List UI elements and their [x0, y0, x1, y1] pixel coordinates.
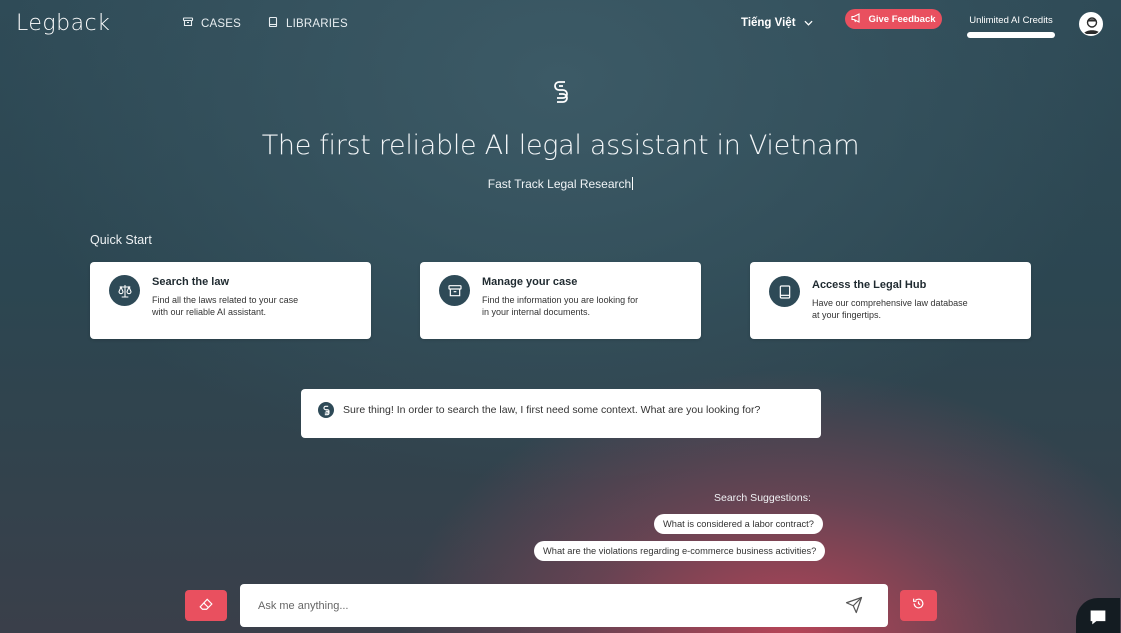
- legback-mark-icon: [551, 79, 571, 105]
- card-desc-line: Have our comprehensive law database: [812, 298, 968, 308]
- scale-icon: [109, 275, 140, 306]
- language-label: Tiếng Việt: [741, 17, 796, 29]
- clear-chat-button[interactable]: [185, 590, 227, 621]
- card-title: Access the Legal Hub: [812, 279, 927, 291]
- assistant-avatar-icon: [318, 402, 334, 418]
- ai-credits: Unlimited AI Credits: [967, 15, 1055, 38]
- suggestion-chip[interactable]: What is considered a labor contract?: [654, 514, 823, 534]
- card-title: Search the law: [152, 276, 230, 288]
- chat-input[interactable]: [258, 596, 818, 616]
- ai-credits-label: Unlimited AI Credits: [969, 15, 1053, 26]
- language-selector[interactable]: Tiếng Việt: [741, 17, 813, 29]
- card-manage-your-case[interactable]: Manage your case Find the information yo…: [420, 262, 701, 339]
- send-button[interactable]: [845, 596, 865, 616]
- search-suggestions-label: Search Suggestions:: [714, 492, 811, 504]
- nav-libraries-label: LIBRARIES: [286, 17, 348, 30]
- history-button[interactable]: [900, 590, 937, 621]
- hero-subtitle-text: Fast Track Legal Research: [487, 177, 632, 191]
- user-icon: [1080, 13, 1102, 35]
- support-chat-button[interactable]: [1076, 598, 1120, 633]
- card-desc-line: in your internal documents.: [482, 307, 591, 317]
- eraser-icon: [199, 597, 213, 615]
- archive-icon: [439, 275, 470, 306]
- history-icon: [912, 597, 925, 615]
- card-description: Have our comprehensive law database at yo…: [812, 297, 1012, 321]
- card-desc-line: Find the information you are looking for: [482, 295, 639, 305]
- megaphone-icon: [851, 12, 863, 26]
- card-desc-line: at your fingertips.: [812, 310, 882, 320]
- card-search-the-law[interactable]: Search the law Find all the laws related…: [90, 262, 371, 339]
- quick-start-heading: Quick Start: [90, 233, 152, 247]
- book-icon: [769, 276, 800, 307]
- ai-credits-bar: [967, 32, 1055, 38]
- nav-cases-label: CASES: [201, 17, 241, 30]
- chat-input-container: [240, 584, 888, 627]
- book-icon: [267, 16, 279, 31]
- chat-bubble-icon: [1088, 608, 1108, 631]
- send-icon: [845, 596, 863, 614]
- card-desc-line: Find all the laws related to your case: [152, 295, 299, 305]
- card-description: Find all the laws related to your case wi…: [152, 294, 352, 318]
- typing-cursor: [632, 177, 634, 190]
- hero-title: The first reliable AI legal assistant in…: [261, 130, 860, 161]
- top-navigation-bar: Legback CASES LIBRARIES Tiếng Việt Give …: [0, 0, 1121, 48]
- nav-cases[interactable]: CASES: [182, 16, 241, 31]
- give-feedback-button[interactable]: Give Feedback: [845, 9, 942, 29]
- give-feedback-label: Give Feedback: [868, 13, 936, 25]
- chevron-down-icon: [804, 17, 813, 29]
- card-description: Find the information you are looking for…: [482, 294, 682, 318]
- card-title: Manage your case: [482, 276, 578, 288]
- app-logo[interactable]: Legback: [16, 11, 110, 36]
- assistant-message: Sure thing! In order to search the law, …: [301, 389, 821, 438]
- card-desc-line: with our reliable AI assistant.: [152, 307, 267, 317]
- archive-icon: [182, 16, 194, 31]
- card-access-legal-hub[interactable]: Access the Legal Hub Have our comprehens…: [750, 262, 1031, 339]
- user-avatar[interactable]: [1079, 12, 1103, 36]
- suggestion-chip[interactable]: What are the violations regarding e-comm…: [534, 541, 826, 561]
- assistant-message-text: Sure thing! In order to search the law, …: [343, 404, 761, 416]
- nav-libraries[interactable]: LIBRARIES: [267, 16, 348, 31]
- hero-subtitle: Fast Track Legal Research: [0, 177, 1121, 191]
